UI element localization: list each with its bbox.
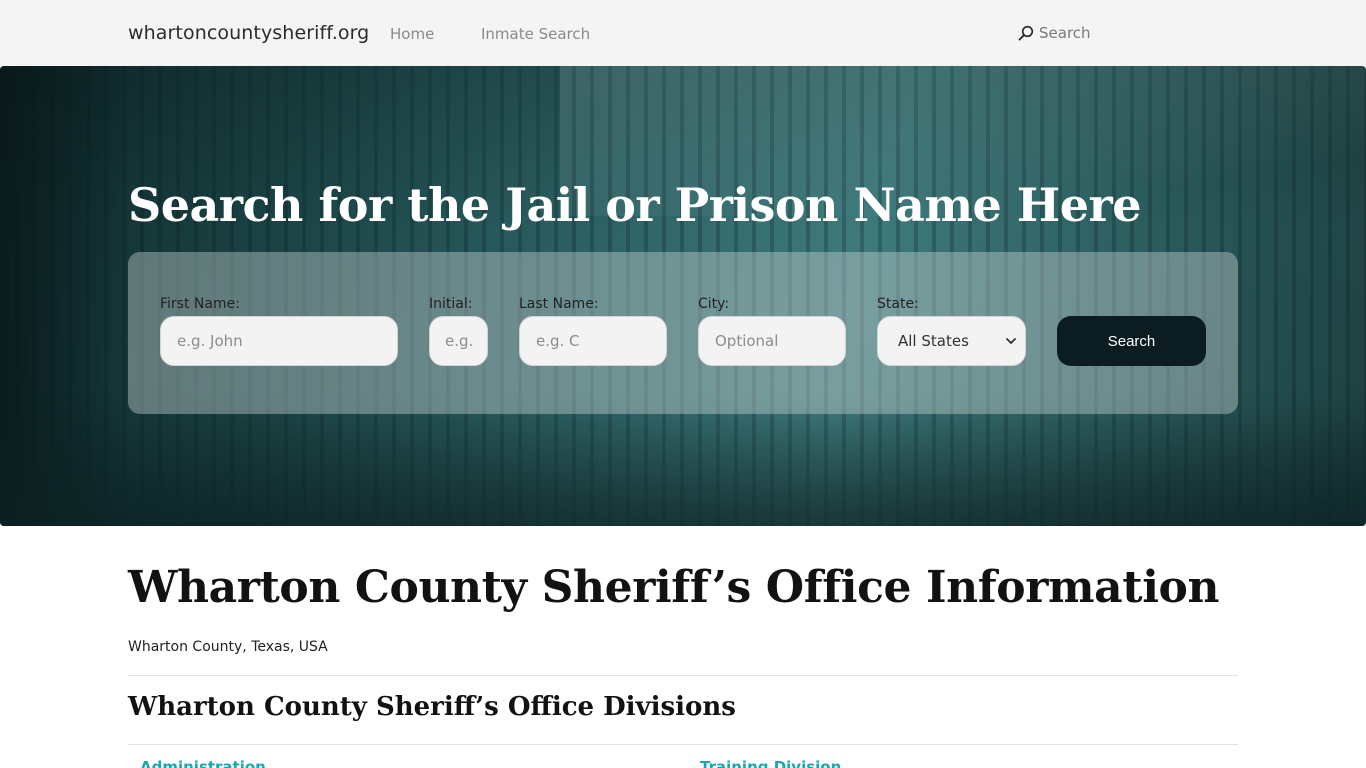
initial-input[interactable]: e.g. <box>429 316 488 366</box>
first-name-input[interactable]: e.g. John <box>160 316 398 366</box>
top-navbar: whartoncountysheriff.org Home Inmate Sea… <box>0 0 1366 66</box>
city-label: City: <box>698 296 730 312</box>
hero-banner: Search for the Jail or Prison Name Here … <box>0 66 1366 526</box>
division-link-administration[interactable]: Administration <box>140 758 266 768</box>
state-label: State: <box>877 296 919 312</box>
nav-home-link[interactable]: Home <box>390 25 434 43</box>
state-selected-value: All States <box>898 332 969 350</box>
page-title: Wharton County Sheriff’s Office Informat… <box>128 562 1220 613</box>
hero-bg-floor <box>0 406 1366 526</box>
nav-inmate-search-link[interactable]: Inmate Search <box>481 25 590 43</box>
last-name-input[interactable]: e.g. C <box>519 316 667 366</box>
search-submit-button[interactable]: Search <box>1057 316 1206 366</box>
last-name-label: Last Name: <box>519 296 599 312</box>
last-name-placeholder: e.g. C <box>536 332 580 350</box>
site-brand[interactable]: whartoncountysheriff.org <box>128 22 369 44</box>
divider <box>128 744 1238 745</box>
location-subtitle: Wharton County, Texas, USA <box>128 639 328 655</box>
initial-label: Initial: <box>429 296 473 312</box>
section-title-divisions: Wharton County Sheriff’s Office Division… <box>128 692 736 722</box>
city-input[interactable]: Optional <box>698 316 846 366</box>
first-name-placeholder: e.g. John <box>177 332 243 350</box>
initial-placeholder: e.g. <box>445 332 474 350</box>
city-placeholder: Optional <box>715 332 779 350</box>
division-link-training[interactable]: Training Division <box>700 758 841 768</box>
divider <box>128 675 1238 676</box>
hero-title: Search for the Jail or Prison Name Here <box>128 178 1142 232</box>
state-select[interactable]: All States <box>877 316 1026 366</box>
nav-search-label: Search <box>1039 24 1091 42</box>
inmate-search-form: First Name: e.g. John Initial: e.g. Last… <box>128 252 1238 414</box>
nav-search-button[interactable]: Search <box>1018 24 1091 42</box>
search-icon <box>1018 25 1034 41</box>
chevron-down-icon <box>1006 338 1016 344</box>
first-name-label: First Name: <box>160 296 240 312</box>
